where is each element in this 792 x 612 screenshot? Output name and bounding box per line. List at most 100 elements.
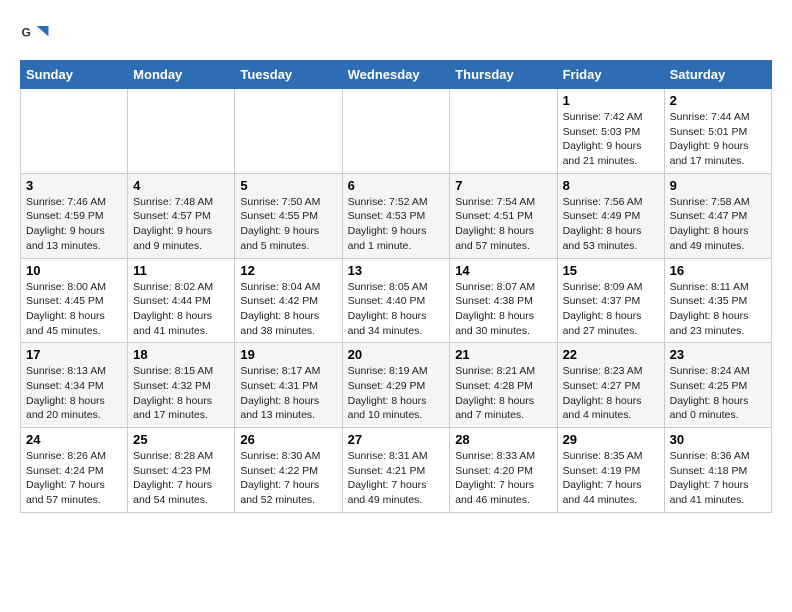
day-info: Sunrise: 8:28 AM Sunset: 4:23 PM Dayligh… <box>133 449 229 508</box>
day-info: Sunrise: 8:02 AM Sunset: 4:44 PM Dayligh… <box>133 280 229 339</box>
day-number: 5 <box>240 178 336 193</box>
day-number: 2 <box>670 93 766 108</box>
day-info: Sunrise: 8:31 AM Sunset: 4:21 PM Dayligh… <box>348 449 445 508</box>
header: G <box>20 20 772 50</box>
day-number: 30 <box>670 432 766 447</box>
day-info: Sunrise: 7:50 AM Sunset: 4:55 PM Dayligh… <box>240 195 336 254</box>
calendar-cell: 18 Sunrise: 8:15 AM Sunset: 4:32 PM Dayli… <box>128 343 235 428</box>
day-info: Sunrise: 8:21 AM Sunset: 4:28 PM Dayligh… <box>455 364 551 423</box>
calendar-week-4: 17 Sunrise: 8:13 AM Sunset: 4:34 PM Dayli… <box>21 343 772 428</box>
calendar-cell: 27 Sunrise: 8:31 AM Sunset: 4:21 PM Dayli… <box>342 428 450 513</box>
day-info: Sunrise: 7:48 AM Sunset: 4:57 PM Dayligh… <box>133 195 229 254</box>
calendar-cell: 24 Sunrise: 8:26 AM Sunset: 4:24 PM Dayli… <box>21 428 128 513</box>
logo: G <box>20 20 54 50</box>
calendar-cell: 21 Sunrise: 8:21 AM Sunset: 4:28 PM Dayli… <box>450 343 557 428</box>
calendar-cell: 25 Sunrise: 8:28 AM Sunset: 4:23 PM Dayli… <box>128 428 235 513</box>
day-number: 29 <box>563 432 659 447</box>
day-number: 14 <box>455 263 551 278</box>
day-info: Sunrise: 8:15 AM Sunset: 4:32 PM Dayligh… <box>133 364 229 423</box>
calendar-cell: 28 Sunrise: 8:33 AM Sunset: 4:20 PM Dayli… <box>450 428 557 513</box>
day-info: Sunrise: 8:36 AM Sunset: 4:18 PM Dayligh… <box>670 449 766 508</box>
day-number: 12 <box>240 263 336 278</box>
day-info: Sunrise: 8:35 AM Sunset: 4:19 PM Dayligh… <box>563 449 659 508</box>
day-number: 8 <box>563 178 659 193</box>
weekday-header-thursday: Thursday <box>450 61 557 89</box>
svg-text:G: G <box>22 26 31 40</box>
weekday-header-wednesday: Wednesday <box>342 61 450 89</box>
calendar-week-1: 1 Sunrise: 7:42 AM Sunset: 5:03 PM Daylig… <box>21 89 772 174</box>
calendar-cell: 16 Sunrise: 8:11 AM Sunset: 4:35 PM Dayli… <box>664 258 771 343</box>
day-number: 23 <box>670 347 766 362</box>
logo-icon: G <box>20 20 50 50</box>
day-info: Sunrise: 8:09 AM Sunset: 4:37 PM Dayligh… <box>563 280 659 339</box>
calendar-cell: 11 Sunrise: 8:02 AM Sunset: 4:44 PM Dayli… <box>128 258 235 343</box>
day-info: Sunrise: 8:07 AM Sunset: 4:38 PM Dayligh… <box>455 280 551 339</box>
calendar-cell: 7Sunrise: 7:54 AM Sunset: 4:51 PM Daylig… <box>450 173 557 258</box>
day-info: Sunrise: 7:46 AM Sunset: 4:59 PM Dayligh… <box>26 195 122 254</box>
day-number: 24 <box>26 432 122 447</box>
calendar-cell: 29 Sunrise: 8:35 AM Sunset: 4:19 PM Dayli… <box>557 428 664 513</box>
calendar-cell: 20 Sunrise: 8:19 AM Sunset: 4:29 PM Dayli… <box>342 343 450 428</box>
day-number: 28 <box>455 432 551 447</box>
calendar-cell: 9 Sunrise: 7:58 AM Sunset: 4:47 PM Daylig… <box>664 173 771 258</box>
calendar-cell: 13 Sunrise: 8:05 AM Sunset: 4:40 PM Dayli… <box>342 258 450 343</box>
day-number: 22 <box>563 347 659 362</box>
day-number: 26 <box>240 432 336 447</box>
calendar-cell <box>342 89 450 174</box>
day-info: Sunrise: 8:30 AM Sunset: 4:22 PM Dayligh… <box>240 449 336 508</box>
calendar-cell: 15 Sunrise: 8:09 AM Sunset: 4:37 PM Dayli… <box>557 258 664 343</box>
day-number: 20 <box>348 347 445 362</box>
day-number: 6 <box>348 178 445 193</box>
calendar-cell: 19 Sunrise: 8:17 AM Sunset: 4:31 PM Dayli… <box>235 343 342 428</box>
calendar-cell: 26 Sunrise: 8:30 AM Sunset: 4:22 PM Dayli… <box>235 428 342 513</box>
day-info: Sunrise: 7:42 AM Sunset: 5:03 PM Dayligh… <box>563 110 659 169</box>
day-info: Sunrise: 8:05 AM Sunset: 4:40 PM Dayligh… <box>348 280 445 339</box>
calendar-week-5: 24 Sunrise: 8:26 AM Sunset: 4:24 PM Dayli… <box>21 428 772 513</box>
day-info: Sunrise: 7:58 AM Sunset: 4:47 PM Dayligh… <box>670 195 766 254</box>
day-info: Sunrise: 8:26 AM Sunset: 4:24 PM Dayligh… <box>26 449 122 508</box>
day-info: Sunrise: 7:44 AM Sunset: 5:01 PM Dayligh… <box>670 110 766 169</box>
day-info: Sunrise: 7:52 AM Sunset: 4:53 PM Dayligh… <box>348 195 445 254</box>
calendar-week-3: 10Sunrise: 8:00 AM Sunset: 4:45 PM Dayli… <box>21 258 772 343</box>
calendar-cell: 10Sunrise: 8:00 AM Sunset: 4:45 PM Dayli… <box>21 258 128 343</box>
day-info: Sunrise: 8:11 AM Sunset: 4:35 PM Dayligh… <box>670 280 766 339</box>
day-number: 19 <box>240 347 336 362</box>
day-info: Sunrise: 8:17 AM Sunset: 4:31 PM Dayligh… <box>240 364 336 423</box>
weekday-header-friday: Friday <box>557 61 664 89</box>
day-number: 15 <box>563 263 659 278</box>
day-number: 27 <box>348 432 445 447</box>
calendar-cell <box>450 89 557 174</box>
calendar-cell: 30 Sunrise: 8:36 AM Sunset: 4:18 PM Dayli… <box>664 428 771 513</box>
day-number: 17 <box>26 347 122 362</box>
day-number: 18 <box>133 347 229 362</box>
day-number: 13 <box>348 263 445 278</box>
day-number: 7 <box>455 178 551 193</box>
day-number: 9 <box>670 178 766 193</box>
day-info: Sunrise: 8:04 AM Sunset: 4:42 PM Dayligh… <box>240 280 336 339</box>
day-number: 1 <box>563 93 659 108</box>
calendar-cell: 6 Sunrise: 7:52 AM Sunset: 4:53 PM Daylig… <box>342 173 450 258</box>
calendar-cell: 5 Sunrise: 7:50 AM Sunset: 4:55 PM Daylig… <box>235 173 342 258</box>
calendar-cell: 3 Sunrise: 7:46 AM Sunset: 4:59 PM Daylig… <box>21 173 128 258</box>
day-info: Sunrise: 8:33 AM Sunset: 4:20 PM Dayligh… <box>455 449 551 508</box>
day-number: 25 <box>133 432 229 447</box>
day-info: Sunrise: 8:19 AM Sunset: 4:29 PM Dayligh… <box>348 364 445 423</box>
calendar-cell: 2 Sunrise: 7:44 AM Sunset: 5:01 PM Daylig… <box>664 89 771 174</box>
calendar-cell: 4Sunrise: 7:48 AM Sunset: 4:57 PM Daylig… <box>128 173 235 258</box>
calendar-cell: 14 Sunrise: 8:07 AM Sunset: 4:38 PM Dayli… <box>450 258 557 343</box>
calendar-cell: 23 Sunrise: 8:24 AM Sunset: 4:25 PM Dayli… <box>664 343 771 428</box>
calendar-cell <box>21 89 128 174</box>
calendar: SundayMondayTuesdayWednesdayThursdayFrid… <box>20 60 772 513</box>
day-number: 21 <box>455 347 551 362</box>
calendar-week-2: 3 Sunrise: 7:46 AM Sunset: 4:59 PM Daylig… <box>21 173 772 258</box>
day-number: 10 <box>26 263 122 278</box>
day-number: 3 <box>26 178 122 193</box>
calendar-cell: 8Sunrise: 7:56 AM Sunset: 4:49 PM Daylig… <box>557 173 664 258</box>
day-info: Sunrise: 8:13 AM Sunset: 4:34 PM Dayligh… <box>26 364 122 423</box>
calendar-cell: 22 Sunrise: 8:23 AM Sunset: 4:27 PM Dayli… <box>557 343 664 428</box>
day-number: 16 <box>670 263 766 278</box>
day-info: Sunrise: 8:23 AM Sunset: 4:27 PM Dayligh… <box>563 364 659 423</box>
weekday-header-saturday: Saturday <box>664 61 771 89</box>
day-number: 11 <box>133 263 229 278</box>
day-info: Sunrise: 8:24 AM Sunset: 4:25 PM Dayligh… <box>670 364 766 423</box>
